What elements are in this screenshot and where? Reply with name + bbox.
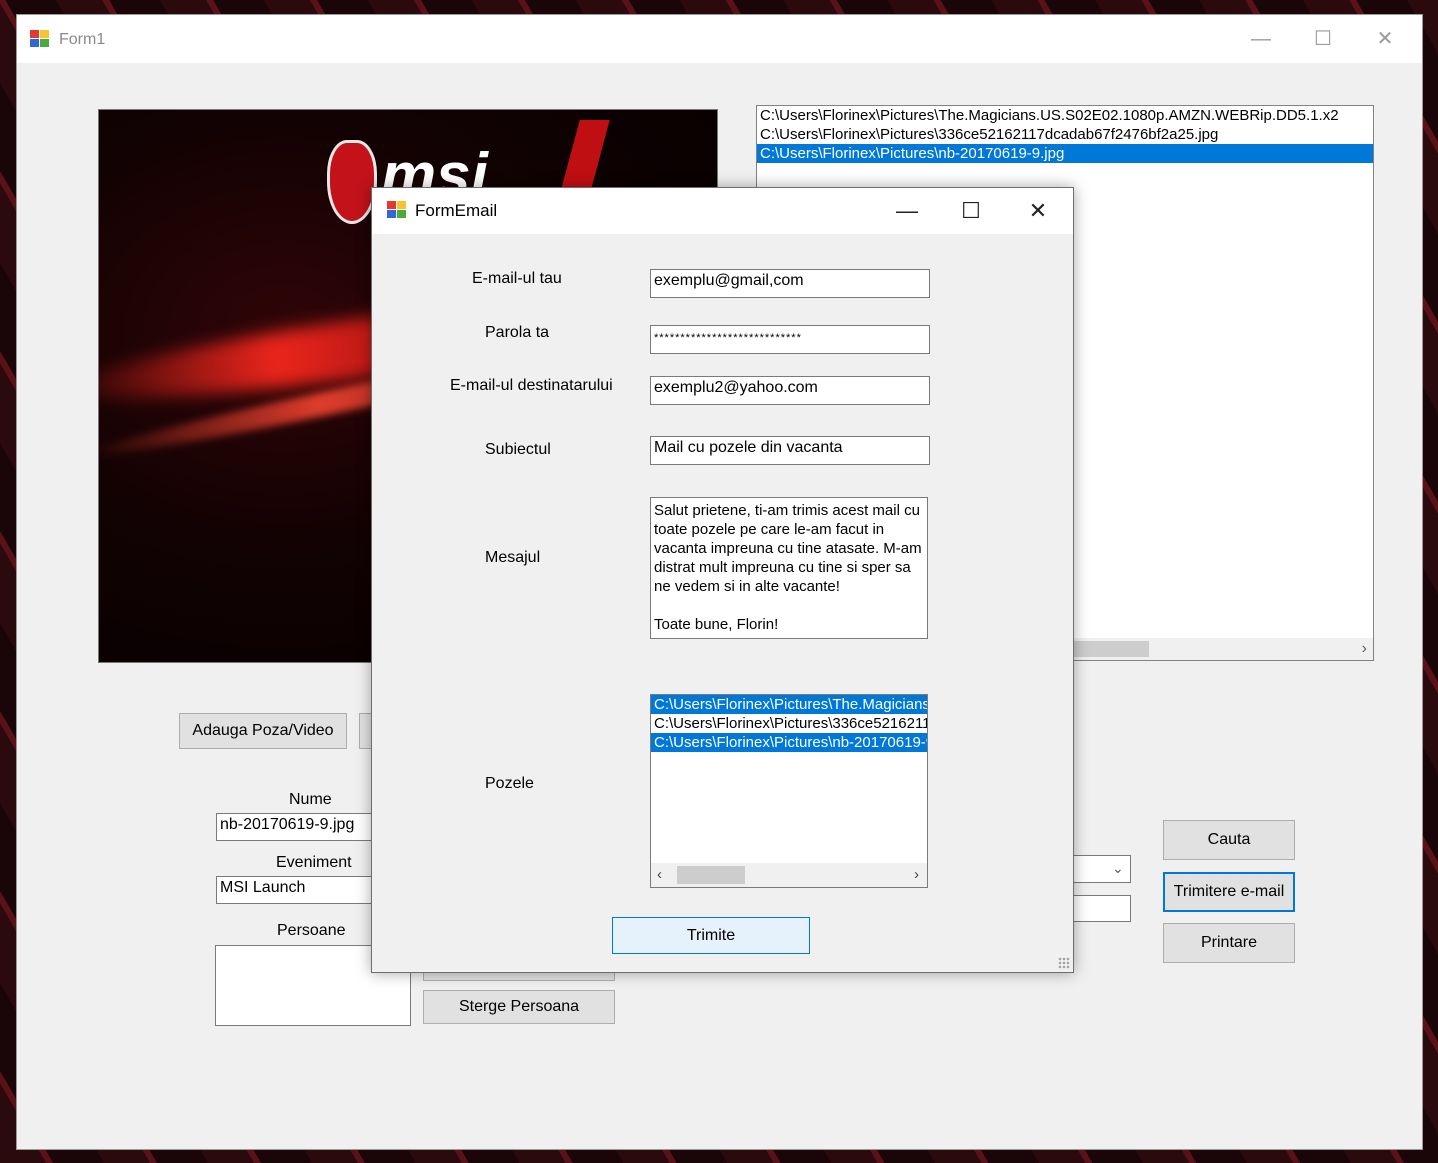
dialog-titlebar[interactable]: FormEmail — ☐ ✕: [372, 188, 1073, 234]
list-item[interactable]: C:\Users\Florinex\Pictures\336ce52162117…: [757, 125, 1373, 144]
message-body: Salut prietene, ti-am trimis acest mail …: [654, 502, 922, 595]
dialog-title: FormEmail: [415, 201, 498, 220]
eveniment-label: Eveniment: [276, 854, 352, 871]
subject-field[interactable]: Mail cu pozele din vacanta: [650, 436, 930, 465]
main-titlebar[interactable]: Form1 — ☐ ✕: [17, 15, 1422, 63]
persoane-label: Persoane: [277, 922, 346, 939]
email-field[interactable]: exemplu@gmail,com: [650, 269, 930, 298]
minimize-icon[interactable]: —: [1230, 15, 1292, 63]
list-item-selected[interactable]: C:\Users\Florinex\Pictures\The.Magicians…: [651, 695, 927, 714]
list-item[interactable]: C:\Users\Florinex\Pictures\The.Magicians…: [757, 106, 1373, 125]
minimize-icon[interactable]: —: [875, 188, 939, 234]
list-item-selected[interactable]: C:\Users\Florinex\Pictures\nb-20170619-9…: [651, 733, 927, 752]
nume-input[interactable]: nb-20170619-9.jpg: [216, 813, 376, 841]
close-icon[interactable]: ✕: [1006, 188, 1070, 234]
message-label: Mesajul: [485, 549, 541, 566]
list-item[interactable]: C:\Users\Florinex\Pictures\336ce52162117: [651, 714, 927, 733]
nume-label: Nume: [289, 791, 332, 808]
print-button[interactable]: Printare: [1163, 923, 1295, 963]
email-label: E-mail-ul tau: [472, 270, 562, 287]
send-button[interactable]: Trimite: [612, 917, 810, 954]
scroll-thumb[interactable]: [1073, 641, 1149, 657]
msi-shield-icon: [327, 140, 377, 224]
email-dialog: FormEmail — ☐ ✕ E-mail-ul tau exemplu@gm…: [371, 187, 1074, 973]
recipient-label: E-mail-ul destinatarului: [450, 377, 613, 394]
scroll-right-icon[interactable]: ›: [1362, 638, 1367, 660]
maximize-icon[interactable]: ☐: [939, 188, 1003, 234]
recipient-field[interactable]: exemplu2@yahoo.com: [650, 376, 930, 405]
send-email-button[interactable]: Trimitere e-mail: [1163, 872, 1295, 912]
add-media-button[interactable]: Adauga Poza/Video: [179, 713, 347, 749]
app-icon: [387, 201, 407, 219]
chevron-down-icon[interactable]: ⌄: [1112, 860, 1124, 877]
password-label: Parola ta: [485, 324, 550, 341]
search-button[interactable]: Cauta: [1163, 820, 1295, 860]
message-signature: Toate bune, Florin!: [654, 616, 779, 633]
maximize-icon[interactable]: ☐: [1292, 15, 1354, 63]
horizontal-scrollbar[interactable]: ‹ ›: [651, 863, 927, 887]
pics-listbox[interactable]: C:\Users\Florinex\Pictures\The.Magicians…: [650, 694, 928, 888]
eveniment-input[interactable]: MSI Launch: [216, 876, 376, 904]
delete-person-button[interactable]: Sterge Persoana: [423, 990, 615, 1024]
scroll-left-icon[interactable]: ‹: [657, 863, 662, 887]
close-icon[interactable]: ✕: [1354, 15, 1416, 63]
main-window-title: Form1: [59, 31, 106, 48]
app-icon: [30, 30, 50, 48]
password-field[interactable]: ****************************: [650, 325, 930, 354]
subject-label: Subiectul: [485, 441, 551, 458]
scroll-thumb[interactable]: [677, 866, 745, 884]
pics-label: Pozele: [485, 775, 534, 792]
scroll-right-icon[interactable]: ›: [914, 863, 919, 887]
list-item-selected[interactable]: C:\Users\Florinex\Pictures\nb-20170619-9…: [757, 144, 1373, 163]
message-textarea[interactable]: Salut prietene, ti-am trimis acest mail …: [650, 497, 928, 639]
resize-grip-icon[interactable]: [1058, 957, 1070, 969]
